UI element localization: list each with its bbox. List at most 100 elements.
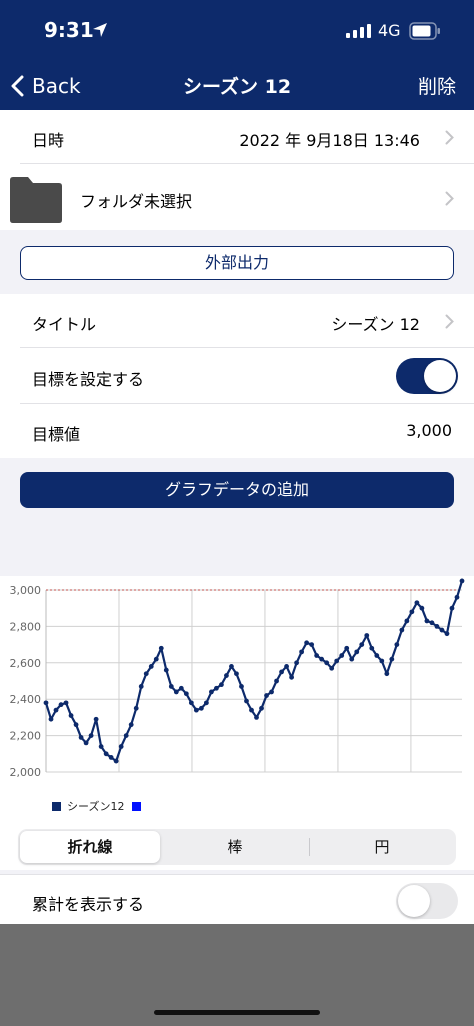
data-point (198, 705, 204, 711)
data-point (98, 744, 104, 749)
chevron-right-icon (445, 314, 454, 329)
y-tick-label: 2,000 (10, 766, 42, 779)
chart-type-segmented-control: 折れ線 棒 円 (18, 829, 456, 865)
status-bar: 9:31 4G (0, 0, 474, 62)
data-point (379, 658, 385, 664)
data-point (103, 751, 109, 757)
segment-bar[interactable]: 棒 (162, 831, 308, 863)
data-point (444, 631, 450, 637)
data-point (354, 649, 360, 655)
chevron-right-icon (445, 191, 454, 206)
data-point (459, 578, 465, 584)
data-point (389, 656, 395, 662)
data-point (239, 684, 244, 689)
data-point (168, 684, 174, 689)
date-label: 日時 (32, 131, 65, 150)
y-tick-label: 3,000 (10, 584, 42, 597)
data-point (48, 716, 54, 722)
data-point (224, 673, 229, 678)
title-label: タイトル (32, 315, 97, 334)
data-point (344, 645, 350, 651)
data-point (319, 656, 325, 662)
data-point (304, 640, 310, 646)
data-point (113, 758, 119, 764)
export-button[interactable]: 外部出力 (20, 246, 454, 280)
home-indicator (154, 1010, 320, 1015)
date-value: 2022 年 9月18日 13:46 (239, 131, 420, 150)
add-graph-data-button[interactable]: グラフデータの追加 (20, 472, 454, 508)
data-point (299, 649, 305, 655)
data-point (439, 627, 445, 633)
data-point (424, 618, 430, 624)
data-point (143, 671, 149, 677)
series-line (44, 580, 464, 763)
data-point (138, 684, 144, 689)
data-point (183, 691, 189, 697)
date-row[interactable]: 日時 2022 年 9月18日 13:46 (0, 110, 474, 164)
data-point (188, 700, 194, 706)
data-point (83, 740, 89, 746)
data-point (43, 700, 49, 706)
page-title: シーズン 12 (182, 76, 292, 98)
data-point (214, 685, 219, 691)
data-point (244, 698, 249, 704)
data-point (108, 755, 114, 760)
folder-icon (10, 177, 62, 223)
location-arrow-icon (93, 23, 107, 37)
legend-label: シーズン12 (67, 800, 125, 813)
data-point (133, 705, 139, 711)
data-point (203, 700, 209, 706)
goal-value-label: 目標値 (32, 425, 81, 444)
data-point (429, 620, 435, 626)
chart-legend: シーズン12 (52, 798, 142, 814)
data-point (294, 660, 300, 666)
title-row[interactable]: タイトル シーズン 12 (0, 294, 474, 348)
data-point (73, 722, 79, 728)
data-point (289, 674, 294, 680)
data-point (193, 707, 199, 713)
data-point (88, 733, 94, 738)
navigation-bar: Back シーズン 12 削除 (0, 62, 474, 110)
cumulative-label: 累計を表示する (32, 895, 145, 914)
data-point (369, 645, 375, 651)
data-point (173, 689, 179, 695)
data-point (259, 705, 264, 711)
data-point (274, 678, 279, 684)
delete-button[interactable]: 削除 (418, 72, 456, 99)
y-tick-label: 2,600 (10, 657, 42, 670)
data-point (229, 664, 234, 669)
goal-value-row[interactable]: 目標値 3,000 (0, 404, 474, 458)
status-time: 9:31 (44, 18, 94, 42)
y-tick-label: 2,200 (10, 730, 42, 743)
goal-value: 3,000 (406, 421, 452, 440)
data-point (409, 609, 415, 615)
data-point (359, 642, 365, 647)
data-point (249, 707, 254, 713)
segment-pie[interactable]: 円 (310, 831, 454, 863)
data-point (284, 664, 289, 669)
battery-icon (409, 22, 440, 40)
data-point (454, 594, 460, 600)
y-tick-label: 2,400 (10, 693, 42, 706)
data-point (434, 624, 440, 629)
legend-swatch (52, 801, 61, 811)
data-point (264, 693, 269, 698)
chart-canvas: 3,000 2,800 2,600 2,400 2,200 2,000 (10, 578, 465, 779)
data-point (254, 715, 259, 720)
data-point (324, 660, 330, 666)
folder-row[interactable]: フォルダ未選択 (0, 164, 474, 230)
data-point (394, 642, 400, 647)
cumulative-toggle-switch[interactable] (396, 883, 458, 919)
segment-line[interactable]: 折れ線 (20, 831, 160, 863)
data-point (364, 633, 370, 638)
cumulative-toggle-row: 累計を表示する (0, 874, 474, 924)
folder-label: フォルダ未選択 (80, 192, 193, 211)
data-point (93, 716, 99, 722)
data-point (314, 653, 320, 658)
data-point (123, 733, 129, 738)
goal-toggle-switch[interactable] (396, 358, 458, 394)
data-point (384, 671, 390, 677)
data-point (178, 685, 184, 691)
data-point (53, 707, 59, 713)
data-point (309, 642, 315, 647)
